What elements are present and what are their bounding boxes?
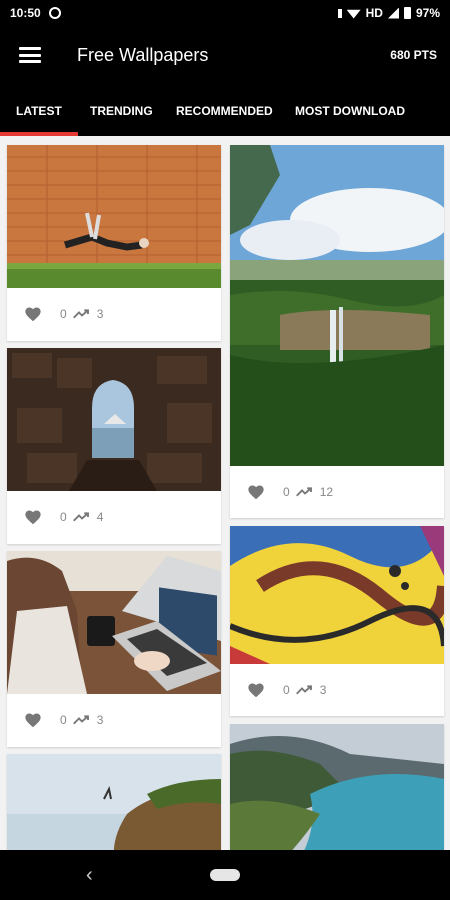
- tab-trending[interactable]: TRENDING: [90, 104, 153, 118]
- heart-icon[interactable]: [24, 509, 42, 525]
- wallpaper-card[interactable]: 0 3: [7, 145, 221, 341]
- wallpaper-card[interactable]: [7, 754, 221, 850]
- wallpaper-image[interactable]: [7, 145, 221, 288]
- wifi-icon: [346, 9, 361, 19]
- signal-icon: [387, 7, 399, 19]
- heart-icon[interactable]: [247, 484, 265, 500]
- like-count: 0: [60, 510, 67, 524]
- points-badge[interactable]: 680 PTS: [390, 48, 437, 62]
- download-count: 3: [96, 307, 104, 321]
- tab-latest[interactable]: LATEST: [16, 104, 62, 118]
- wallpaper-card[interactable]: 0 4: [7, 348, 221, 544]
- wallpaper-card[interactable]: 0 3: [7, 551, 221, 747]
- status-bar: 10:50 HD 97%: [0, 0, 450, 26]
- card-stats: 0 4: [7, 491, 221, 543]
- card-stats: 0 3: [7, 288, 221, 340]
- app-title: Free Wallpapers: [77, 44, 209, 65]
- trending-up-icon: [72, 309, 89, 319]
- like-count: 0: [283, 485, 290, 499]
- like-count: 0: [60, 713, 67, 727]
- status-time: 10:50: [10, 6, 41, 20]
- data-saver-icon: [48, 7, 61, 19]
- card-stats: 0 12: [230, 466, 444, 518]
- trending-up-icon: [295, 685, 312, 695]
- download-count: 3: [96, 713, 104, 727]
- download-count: 4: [96, 510, 104, 524]
- download-count: 12: [319, 485, 334, 499]
- wallpaper-card[interactable]: 0 12: [230, 145, 444, 518]
- trending-up-icon: [72, 715, 89, 725]
- wallpaper-feed[interactable]: 0 3 0 12 0 4 0 3 0 3: [0, 136, 450, 850]
- trending-up-icon: [72, 512, 89, 522]
- wallpaper-card[interactable]: 0 3: [230, 526, 444, 716]
- network-type: HD: [365, 6, 383, 20]
- vibrate-icon: [337, 8, 342, 18]
- wallpaper-image[interactable]: [7, 551, 221, 694]
- tab-recommended[interactable]: RECOMMENDED: [176, 104, 273, 118]
- heart-icon[interactable]: [24, 712, 42, 728]
- heart-icon[interactable]: [24, 306, 42, 322]
- wallpaper-image[interactable]: [7, 754, 221, 850]
- like-count: 0: [60, 307, 67, 321]
- wallpaper-image[interactable]: [230, 526, 444, 664]
- tab-most-download[interactable]: MOST DOWNLOAD: [295, 104, 405, 118]
- wallpaper-image[interactable]: [230, 145, 444, 466]
- wallpaper-image[interactable]: [230, 724, 444, 850]
- like-count: 0: [283, 683, 290, 697]
- home-button[interactable]: [210, 869, 240, 881]
- trending-up-icon: [295, 487, 312, 497]
- heart-icon[interactable]: [247, 682, 265, 698]
- battery-icon: [403, 7, 411, 19]
- wallpaper-image[interactable]: [7, 348, 221, 491]
- wallpaper-card[interactable]: [230, 724, 444, 850]
- download-count: 3: [319, 683, 327, 697]
- card-stats: 0 3: [7, 694, 221, 746]
- battery-percent: 97%: [415, 6, 440, 20]
- tab-bar: LATEST TRENDING RECOMMENDED MOST DOWNLOA…: [0, 84, 450, 136]
- app-bar: Free Wallpapers 680 PTS: [0, 26, 450, 84]
- menu-icon[interactable]: [19, 47, 41, 63]
- card-stats: 0 3: [230, 664, 444, 716]
- status-icons: HD 97%: [337, 6, 440, 20]
- system-nav-bar: ‹: [0, 850, 450, 900]
- back-icon[interactable]: ‹: [86, 864, 93, 887]
